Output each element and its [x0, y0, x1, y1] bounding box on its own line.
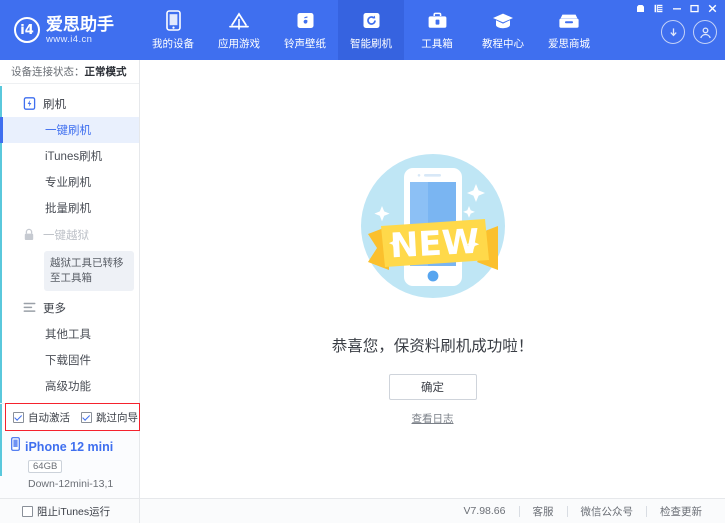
svg-text:NEW: NEW: [389, 222, 480, 267]
confirm-button[interactable]: 确定: [389, 374, 477, 400]
block-itunes-label: 阻止iTunes运行: [37, 504, 110, 519]
main-content: NEW 恭喜您，保资料刷机成功啦！ 确定 查看日志: [140, 60, 725, 498]
status-bar-right: V7.98.66 客服 微信公众号 检查更新: [140, 499, 725, 523]
check-update-link[interactable]: 检查更新: [647, 504, 715, 519]
checkbox-box: [22, 506, 33, 517]
customer-service-link[interactable]: 客服: [520, 504, 567, 519]
graduation-icon: [492, 10, 514, 32]
brand-logo: i4 爱思助手 www.i4.cn: [0, 0, 140, 60]
device-name: iPhone 12 mini: [25, 440, 113, 454]
lock-icon: [22, 228, 36, 242]
nav-item-tutorial-center[interactable]: 教程中心: [470, 0, 536, 60]
nav-label: 我的设备: [152, 36, 194, 51]
sidebar-group-label: 刷机: [43, 96, 66, 112]
sidebar-item-label: 批量刷机: [45, 200, 91, 216]
wechat-link[interactable]: 微信公众号: [568, 504, 647, 519]
checkbox-box: [13, 412, 24, 423]
sidebar-item-label: 其他工具: [45, 326, 91, 342]
nav-label: 工具箱: [421, 36, 453, 51]
device-identifier: Down-12mini-13,1: [28, 478, 139, 490]
download-icon[interactable]: [661, 20, 685, 44]
skin-icon[interactable]: [632, 2, 649, 15]
sidebar-group-more[interactable]: 更多: [0, 294, 139, 321]
close-icon[interactable]: [704, 2, 721, 15]
appstore-icon: [228, 10, 250, 32]
store-icon: [558, 10, 580, 32]
sidebar-options-area: 自动激活 跳过向导: [0, 403, 139, 431]
sidebar-item-label: 下载固件: [45, 352, 91, 368]
sidebar-item-one-key-flash[interactable]: 一键刷机: [0, 117, 139, 143]
sidebar-item-other-tools[interactable]: 其他工具: [0, 321, 139, 347]
checkbox-box: [81, 412, 92, 423]
sidebar-group-flash[interactable]: 刷机: [0, 90, 139, 117]
minimize-icon[interactable]: [668, 2, 685, 15]
status-bar: 阻止iTunes运行 V7.98.66 客服 微信公众号 检查更新: [0, 498, 725, 523]
nav-item-i4-store[interactable]: 爱思商城: [536, 0, 602, 60]
body: 设备连接状态：正常模式 刷机 一键刷机 iTunes刷机 专业刷机: [0, 60, 725, 498]
sidebar-item-pro-flash[interactable]: 专业刷机: [0, 169, 139, 195]
sidebar-item-label: 专业刷机: [45, 174, 91, 190]
sidebar-group-label: 一键越狱: [43, 227, 89, 243]
nav-label: 爱思商城: [548, 36, 590, 51]
connection-status: 设备连接状态：正常模式: [0, 60, 139, 84]
skip-wizard-checkbox[interactable]: 跳过向导: [81, 410, 138, 425]
sidebar-group-jailbreak: 一键越狱: [0, 221, 139, 248]
device-capacity-badge: 64GB: [28, 460, 62, 473]
account-icon[interactable]: [693, 20, 717, 44]
skip-wizard-label: 跳过向导: [96, 410, 138, 425]
header-actions: [661, 20, 717, 44]
sidebar-item-download-firmware[interactable]: 下载固件: [0, 347, 139, 373]
flash-device-icon: [22, 97, 36, 111]
nav-label: 应用游戏: [218, 36, 260, 51]
refresh-icon: [360, 10, 382, 32]
nav-item-toolbox[interactable]: 工具箱: [404, 0, 470, 60]
status-bar-left: 阻止iTunes运行: [0, 499, 140, 523]
device-info-card[interactable]: iPhone 12 mini 64GB Down-12mini-13,1: [0, 431, 139, 498]
phone-icon: [162, 10, 184, 32]
jailbreak-tooltip: 越狱工具已转移至工具箱: [44, 251, 134, 291]
sidebar: 设备连接状态：正常模式 刷机 一键刷机 iTunes刷机 专业刷机: [0, 60, 140, 498]
nav-item-my-device[interactable]: 我的设备: [140, 0, 206, 60]
app-window: i4 爱思助手 www.i4.cn 我的设备 应用游戏: [0, 0, 725, 523]
success-message: 恭喜您，保资料刷机成功啦！: [332, 334, 534, 356]
music-icon: [294, 10, 316, 32]
sidebar-item-advanced[interactable]: 高级功能: [0, 373, 139, 399]
sidebar-item-label: 一键刷机: [45, 122, 91, 138]
sidebar-group-label: 更多: [43, 300, 66, 316]
main-nav: 我的设备 应用游戏 铃声壁纸 智能刷机: [140, 0, 602, 60]
auto-activate-label: 自动激活: [28, 410, 70, 425]
nav-label: 教程中心: [482, 36, 524, 51]
connection-status-value: 正常模式: [85, 64, 127, 79]
nav-item-apps-games[interactable]: 应用游戏: [206, 0, 272, 60]
brand-name: 爱思助手: [46, 16, 114, 33]
version-label: V7.98.66: [450, 505, 518, 517]
phone-small-icon: [11, 437, 20, 456]
sidebar-options-row: 自动激活 跳过向导: [0, 403, 139, 431]
sidebar-nav: 刷机 一键刷机 iTunes刷机 专业刷机 批量刷机: [0, 84, 139, 403]
view-log-link[interactable]: 查看日志: [412, 411, 454, 426]
menu-icon[interactable]: [650, 2, 667, 15]
connection-status-label: 设备连接状态：: [11, 64, 85, 79]
nav-label: 铃声壁纸: [284, 36, 326, 51]
sidebar-item-itunes-flash[interactable]: iTunes刷机: [0, 143, 139, 169]
auto-activate-checkbox[interactable]: 自动激活: [13, 410, 70, 425]
sidebar-item-label: 高级功能: [45, 378, 91, 394]
sidebar-item-label: iTunes刷机: [45, 148, 102, 164]
nav-label: 智能刷机: [350, 36, 392, 51]
title-bar: i4 爱思助手 www.i4.cn 我的设备 应用游戏: [0, 0, 725, 60]
maximize-icon[interactable]: [686, 2, 703, 15]
nav-item-ringtones-wallpaper[interactable]: 铃声壁纸: [272, 0, 338, 60]
sidebar-item-batch-flash[interactable]: 批量刷机: [0, 195, 139, 221]
nav-item-smart-flash[interactable]: 智能刷机: [338, 0, 404, 60]
list-icon: [22, 301, 36, 315]
block-itunes-checkbox[interactable]: 阻止iTunes运行: [22, 504, 110, 519]
brand-url: www.i4.cn: [46, 35, 114, 45]
i4-logo-icon: i4: [14, 17, 40, 43]
new-badge-illustration: NEW: [343, 138, 523, 318]
logo-text: i4: [20, 24, 34, 37]
window-controls: [632, 2, 721, 15]
toolbox-icon: [426, 10, 448, 32]
